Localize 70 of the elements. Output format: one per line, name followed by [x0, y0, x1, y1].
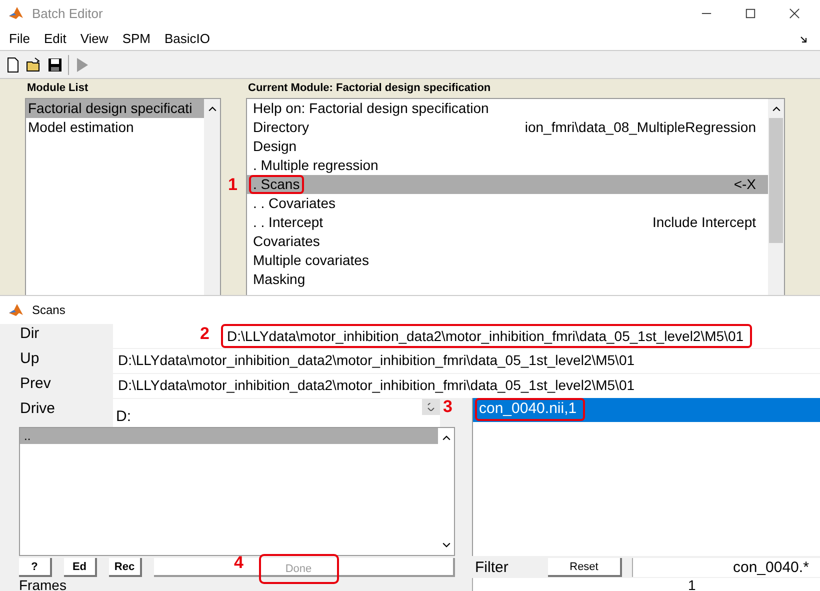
- settings-item[interactable]: . Scans <-X: [247, 175, 768, 194]
- path-text: D:\LLYdata\motor_inhibition_data2\motor_inhibition_fmri\data_05_1st_level2\M5\01: [117, 377, 636, 393]
- scrollbar[interactable]: [768, 99, 784, 295]
- drive-dropdown[interactable]: D:: [113, 399, 440, 427]
- small-button[interactable]: ?: [19, 558, 52, 577]
- item-label: . Scans: [249, 175, 304, 194]
- field-label: Dir: [19, 324, 40, 344]
- frames-field[interactable]: 1: [472, 578, 820, 591]
- annotation-number: 1: [228, 175, 238, 195]
- module-list-item[interactable]: Model estimation: [26, 118, 204, 137]
- annotation-number: 3: [443, 397, 452, 417]
- file-name: con_0040.nii,1: [475, 398, 585, 421]
- settings-item[interactable]: Help on: Factorial design specification: [247, 99, 768, 118]
- menu-item[interactable]: SPM: [122, 30, 150, 46]
- window-title: Scans: [32, 303, 66, 317]
- filter-field[interactable]: con_0040.*: [632, 558, 820, 577]
- matlab-icon: [8, 5, 24, 21]
- window-title: Batch Editor: [32, 6, 103, 20]
- item-label: Covariates: [252, 232, 321, 251]
- menu-item[interactable]: View: [80, 30, 108, 46]
- field-label: Filter: [475, 559, 510, 576]
- item-value: ion_fmri\data_08_MultipleRegression: [524, 118, 756, 137]
- field-label: Prev: [19, 374, 52, 394]
- dock-arrow-icon[interactable]: [800, 36, 808, 44]
- matlab-icon: [8, 302, 24, 318]
- settings-item[interactable]: Design: [247, 137, 768, 156]
- save-icon[interactable]: [47, 56, 63, 72]
- field-label: Frames: [19, 578, 68, 591]
- item-label: Help on: Factorial design specification: [252, 99, 490, 118]
- item-label: Design: [252, 137, 298, 156]
- scrollbar-thumb[interactable]: [769, 118, 783, 243]
- menu-item[interactable]: File: [9, 30, 30, 46]
- path-text: D:\LLYdata\motor_inhibition_data2\motor_inhibition_fmri\data_05_1st_level2\M5\01: [221, 324, 752, 348]
- annotation-number: 4: [234, 553, 244, 573]
- item-label: Multiple covariates: [252, 251, 370, 270]
- item-label: Masking: [252, 270, 306, 289]
- annotation-number: 2: [200, 324, 210, 344]
- module-list-item[interactable]: Factorial design specificati: [26, 99, 204, 118]
- directory-item[interactable]: ..: [20, 428, 438, 444]
- item-value: Include Intercept: [652, 213, 756, 232]
- settings-item[interactable]: Directory ion_fmri\data_08_MultipleRegression: [247, 118, 768, 137]
- new-file-icon[interactable]: [5, 56, 21, 72]
- small-button[interactable]: Ed: [64, 558, 97, 577]
- path-field[interactable]: D:\LLYdata\motor_inhibition_data2\motor_inhibition_fmri\data_05_1st_level2\M5\01: [113, 349, 820, 373]
- field-label: Drive: [19, 399, 56, 419]
- item-label: Directory: [252, 118, 310, 137]
- menu-item[interactable]: Edit: [44, 30, 66, 46]
- reset-button[interactable]: Reset: [548, 558, 622, 577]
- settings-item[interactable]: Covariates: [247, 232, 768, 251]
- item-label: . Multiple regression: [252, 156, 380, 175]
- settings-item[interactable]: Masking: [247, 270, 768, 289]
- panel-heading: Current Module: Factorial design specification: [247, 81, 492, 96]
- panel-heading: Module List: [26, 81, 90, 96]
- item-label: . . Intercept: [252, 213, 324, 232]
- file-list-row[interactable]: con_0040.nii,1: [473, 398, 820, 422]
- settings-item[interactable]: . . Covariates: [247, 194, 768, 213]
- settings-item[interactable]: . . Intercept Include Intercept: [247, 213, 768, 232]
- settings-item[interactable]: . Multiple regression: [247, 156, 768, 175]
- scrollbar[interactable]: [204, 99, 220, 295]
- menu-item[interactable]: BasicIO: [164, 30, 210, 46]
- small-button[interactable]: Rec: [109, 558, 142, 577]
- path-text: D:\LLYdata\motor_inhibition_data2\motor_inhibition_fmri\data_05_1st_level2\M5\01: [117, 352, 636, 368]
- maximize-icon[interactable]: [745, 8, 756, 18]
- field-label: Up: [19, 349, 40, 369]
- close-icon[interactable]: [789, 8, 800, 18]
- item-label: . . Covariates: [252, 194, 336, 213]
- path-field[interactable]: D:\LLYdata\motor_inhibition_data2\motor_inhibition_fmri\data_05_1st_level2\M5\01: [113, 374, 820, 398]
- open-folder-icon[interactable]: [26, 56, 42, 72]
- item-value: <-X: [734, 175, 756, 194]
- settings-item[interactable]: Multiple covariates: [247, 251, 768, 270]
